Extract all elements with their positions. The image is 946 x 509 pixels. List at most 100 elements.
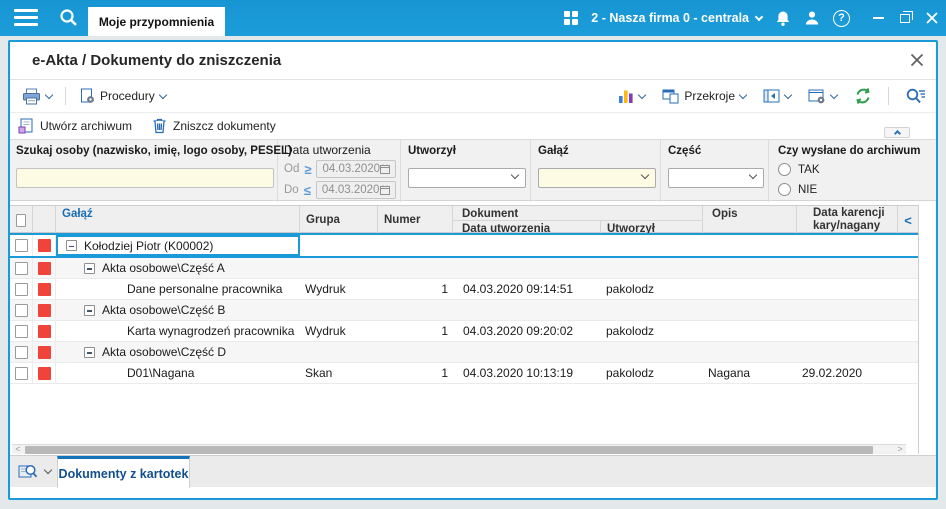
archiwum-filter-label: Czy wysłane do archiwum: [778, 145, 921, 157]
cell-karencja: [797, 321, 898, 341]
cell-grupa: [300, 258, 378, 278]
chart-button[interactable]: [614, 85, 649, 107]
cell-galaz: Karta wynagrodzeń pracownika: [127, 324, 295, 338]
data-do-input[interactable]: 04.03.2020: [315, 181, 396, 199]
row-checkbox[interactable]: [14, 261, 28, 275]
column-header-karencja[interactable]: Data karencji kary/nagany: [797, 206, 898, 234]
select-all-checkbox[interactable]: [16, 213, 26, 227]
row-checkbox[interactable]: [14, 345, 28, 359]
data-od-input[interactable]: 04.03.2020: [316, 160, 397, 178]
table-row[interactable]: Akta osobowe\Część B: [10, 300, 918, 321]
cell-opis: [703, 321, 797, 341]
bottom-views-button[interactable]: [18, 463, 53, 480]
scrollbar-thumb[interactable]: [25, 446, 873, 454]
column-header-utworzyl[interactable]: Utworzył: [601, 220, 703, 234]
window-minimize-button[interactable]: [873, 17, 884, 19]
zniszcz-dokumenty-button[interactable]: Zniszcz dokumenty: [152, 118, 276, 134]
column-header-dokument[interactable]: Dokument: [453, 206, 703, 220]
window-close-button[interactable]: [926, 12, 938, 24]
tab-label: Moje przypomnienia: [98, 14, 215, 29]
calendar-icon: [380, 164, 391, 174]
utworzyl-select[interactable]: [408, 168, 526, 188]
table-row[interactable]: Dane personalne pracownika Wydruk 1 04.0…: [10, 279, 918, 300]
refresh-button[interactable]: [850, 84, 876, 108]
user-profile-icon[interactable]: [804, 10, 820, 26]
row-checkbox[interactable]: [14, 303, 28, 317]
company-selector[interactable]: 2 - Nasza firma 0 - centrala: [591, 11, 764, 25]
row-checkbox[interactable]: [14, 282, 28, 296]
cell-grupa: Wydruk: [305, 324, 346, 338]
column-header-opis[interactable]: Opis: [703, 206, 797, 234]
galaz-select[interactable]: [538, 168, 656, 188]
scroll-left-arrow[interactable]: <: [12, 444, 24, 454]
chevron-down-icon: [158, 90, 167, 99]
cell-grupa: [300, 235, 378, 256]
printer-icon: [23, 88, 40, 104]
collapse-minus-icon[interactable]: [84, 304, 95, 316]
szukaj-osoby-input[interactable]: [16, 168, 274, 188]
czesc-select[interactable]: [668, 168, 764, 188]
cell-utworzyl: pakolodz: [606, 282, 655, 296]
scroll-right-arrow[interactable]: >: [894, 444, 906, 454]
utworz-archiwum-button[interactable]: Utwórz archiwum: [18, 118, 132, 134]
collapse-minus-icon[interactable]: [66, 240, 77, 251]
nie-radio[interactable]: [778, 183, 791, 196]
help-icon[interactable]: ?: [833, 9, 850, 27]
window-settings-button[interactable]: [804, 86, 841, 107]
dock-panel-button[interactable]: [759, 86, 795, 106]
destroy-flag-icon: [37, 303, 51, 317]
tab-moje-przypomnienia[interactable]: Moje przypomnienia: [88, 7, 225, 36]
top-bar: Moje przypomnienia 2 - Nasza firma 0 - c…: [0, 0, 946, 36]
notifications-bell-icon[interactable]: [775, 10, 791, 27]
row-checkbox[interactable]: [14, 239, 28, 252]
table-row[interactable]: Akta osobowe\Część A: [10, 258, 918, 279]
apps-grid-icon[interactable]: [564, 11, 579, 25]
search-filter-icon: [906, 88, 925, 104]
filter-panel-collapse-up-button[interactable]: [884, 127, 910, 138]
table-row[interactable]: Akta osobowe\Część D: [10, 342, 918, 363]
chevron-down-icon: [748, 170, 758, 180]
search-in-results-button[interactable]: [901, 84, 930, 108]
horizontal-scrollbar[interactable]: < >: [12, 444, 906, 454]
chevron-down-icon: [44, 90, 54, 99]
window-restore-button[interactable]: [900, 10, 913, 23]
hamburger-menu-icon[interactable]: [14, 9, 38, 27]
table-row[interactable]: D01\Nagana Skan 1 04.03.2020 10:13:19 pa…: [10, 363, 918, 384]
utworz-archiwum-label: Utwórz archiwum: [40, 119, 133, 133]
table-row[interactable]: Karta wynagrodzeń pracownika Wydruk 1 04…: [10, 321, 918, 342]
szukaj-osoby-label: Szukaj osoby (nazwisko, imię, logo osoby…: [16, 145, 292, 157]
cell-utworzyl: [601, 342, 703, 362]
row-checkbox[interactable]: [14, 324, 28, 338]
table-row[interactable]: Kołodziej Piotr (K00002): [10, 233, 918, 258]
global-search-icon[interactable]: [58, 7, 80, 29]
bottom-tab-bar: Dokumenty z kartotek: [10, 455, 936, 488]
print-button[interactable]: [18, 85, 56, 108]
right-scroll-strip: [918, 205, 934, 454]
data-do-value: 04.03.2020: [321, 184, 380, 196]
tak-radio[interactable]: [778, 163, 791, 176]
chevron-down-icon: [783, 90, 793, 99]
collapse-minus-icon[interactable]: [84, 346, 95, 358]
dialog-close-icon[interactable]: [910, 53, 924, 67]
tab-dokumenty-z-kartotek[interactable]: Dokumenty z kartotek: [57, 456, 190, 488]
column-header-grupa[interactable]: Grupa: [300, 206, 378, 234]
column-header-galaz[interactable]: Gałąź: [56, 206, 300, 234]
cell-galaz: Akta osobowe\Część D: [102, 345, 227, 359]
main-toolbar: Procedury Przekroje: [10, 80, 936, 113]
collapse-side-panel-button[interactable]: <: [898, 206, 918, 234]
cell-galaz: Dane personalne pracownika: [127, 282, 283, 296]
document-search-icon: [18, 464, 38, 478]
cell-grupa: Skan: [305, 366, 333, 380]
cell-numer: [378, 300, 453, 320]
galaz-filter-label: Gałąź: [538, 145, 569, 157]
row-checkbox[interactable]: [14, 366, 28, 380]
column-header-data-utworzenia[interactable]: Data utworzenia: [453, 220, 601, 234]
column-header-numer[interactable]: Numer: [378, 206, 453, 234]
przekroje-button[interactable]: Przekroje: [658, 86, 750, 107]
cell-opis: Nagana: [708, 366, 751, 380]
procedures-icon: [81, 88, 94, 103]
nie-label: NIE: [798, 183, 818, 196]
procedury-button[interactable]: Procedury: [75, 85, 170, 107]
collapse-minus-icon[interactable]: [84, 262, 95, 274]
cell-karencja: [797, 235, 898, 256]
